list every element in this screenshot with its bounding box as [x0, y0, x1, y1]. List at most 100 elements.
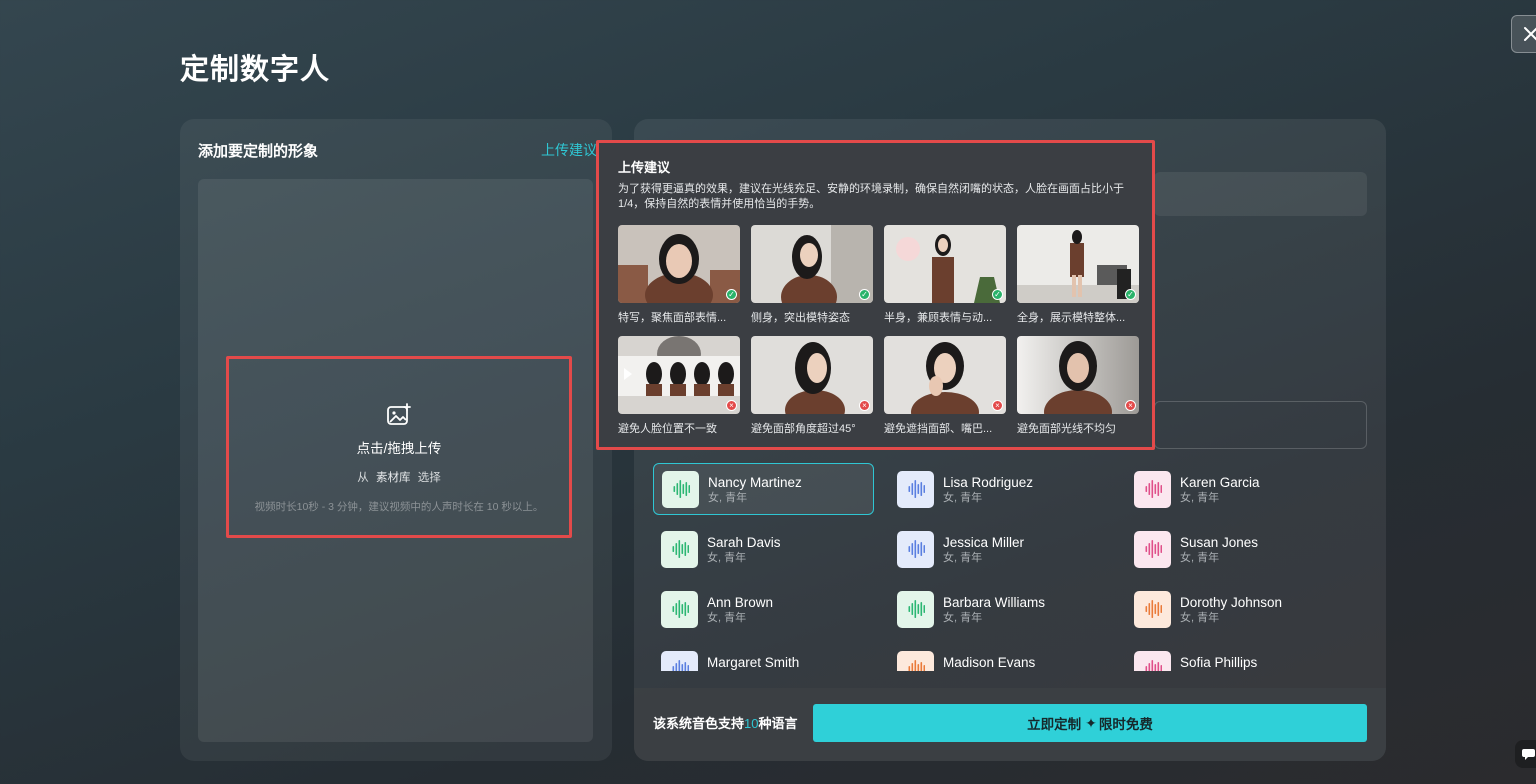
tip-example: × 避免面部角度超过45° [751, 336, 873, 436]
material-library-link[interactable]: 素材库 [376, 472, 411, 484]
voice-name: Margaret Smith [707, 654, 800, 670]
tip-thumbnail: × [618, 336, 740, 414]
upload-label: 点击/拖拽上传 [356, 441, 442, 456]
voice-card[interactable]: Sofia Phillips女, 青年 [1126, 643, 1347, 671]
voice-card[interactable]: Karen Garcia 女, 青年 [1126, 463, 1347, 515]
voice-name: Dorothy Johnson [1180, 594, 1283, 610]
voice-meta: 女, 青年 [707, 611, 747, 624]
voice-meta: 女, 青年 [1180, 671, 1257, 672]
bottom-action-bar: 该系统音色支持10种语言 立即定制 ✦ 限时免费 [634, 688, 1386, 761]
close-button[interactable] [1511, 15, 1536, 53]
voice-meta: 女, 青年 [943, 551, 983, 564]
image-upload-icon [387, 403, 411, 425]
check-icon: ✓ [726, 289, 737, 300]
close-icon [1524, 27, 1536, 41]
voice-meta: 女, 青年 [1180, 491, 1220, 504]
chat-button[interactable] [1515, 740, 1536, 768]
voice-name: Lisa Rodriguez [943, 474, 1034, 490]
voice-search-field[interactable] [1154, 401, 1367, 449]
voice-name: Sarah Davis [707, 534, 781, 550]
voice-meta: 女, 青年 [943, 491, 983, 504]
sound-wave-icon [897, 530, 934, 568]
voice-meta: 女, 青年 [707, 551, 747, 564]
voice-card[interactable]: Madison Evans女, 青年 [889, 643, 1110, 671]
voice-name: Madison Evans [943, 654, 1036, 670]
tips-description: 为了获得更逼真的效果，建议在光线充足、安静的环境录制，确保自然闭嘴的状态，人脸在… [618, 183, 1124, 210]
tip-thumbnail: ✓ [751, 225, 873, 303]
voice-name: Ann Brown [707, 594, 774, 610]
tip-thumbnail: × [751, 336, 873, 414]
tip-example: × 避免遮挡面部、嘴巴... [884, 336, 1006, 436]
upload-tips-popover: 上传建议 为了获得更逼真的效果，建议在光线充足、安静的环境录制，确保自然闭嘴的状… [596, 140, 1155, 450]
sound-wave-icon [1134, 590, 1171, 628]
voice-name: Jessica Miller [943, 534, 1025, 550]
lang-note-suffix: 种语言 [758, 716, 798, 731]
lang-count: 10 [744, 716, 759, 731]
voice-card[interactable]: Sarah Davis 女, 青年 [653, 523, 874, 575]
voice-name: Nancy Martinez [708, 474, 802, 490]
cta-sub-label: 限时免费 [1098, 717, 1153, 732]
language-support-note: 该系统音色支持10种语言 [653, 713, 798, 732]
tip-example: ✓ 侧身，突出模特姿态 [751, 225, 873, 325]
tip-caption: 避免面部光线不均匀 [1017, 423, 1116, 435]
upload-hint: 视频时长10秒 - 3 分钟，建议视频中的人声时长在 10 秒以上。 [254, 501, 544, 513]
voice-card[interactable]: Jessica Miller 女, 青年 [889, 523, 1110, 575]
tip-caption: 避免遮挡面部、嘴巴... [884, 423, 993, 435]
cross-icon: × [992, 400, 1003, 411]
tip-thumbnail: ✓ [884, 225, 1006, 303]
upload-tips-link[interactable]: 上传建议 [541, 140, 597, 160]
cross-icon: × [726, 400, 737, 411]
sound-wave-icon [897, 470, 934, 508]
tip-example: ✓ 半身，兼顾表情与动... [884, 225, 1006, 325]
customize-now-button[interactable]: 立即定制 ✦ 限时免费 [813, 704, 1367, 742]
sparkle-icon: ✦ [1085, 714, 1097, 731]
tip-caption: 侧身，突出模特姿态 [751, 312, 850, 324]
voice-meta: 女, 青年 [943, 671, 1035, 672]
voice-card[interactable]: Barbara Williams 女, 青年 [889, 583, 1110, 635]
check-icon: ✓ [859, 289, 870, 300]
sound-wave-icon [897, 650, 934, 671]
tip-thumbnail: × [884, 336, 1006, 414]
voice-card[interactable]: Lisa Rodriguez 女, 青年 [889, 463, 1110, 515]
sound-wave-icon [661, 530, 698, 568]
voice-card[interactable]: Ann Brown 女, 青年 [653, 583, 874, 635]
voice-name: Susan Jones [1180, 534, 1259, 550]
sound-wave-icon [897, 590, 934, 628]
tip-caption: 半身，兼顾表情与动... [884, 312, 993, 324]
sound-wave-icon [662, 470, 699, 508]
page-title: 定制数字人 [180, 54, 331, 86]
sound-wave-icon [661, 650, 698, 671]
name-input[interactable] [1154, 172, 1367, 216]
upload-from-prefix: 从 [357, 472, 369, 484]
lang-note-prefix: 该系统音色支持 [653, 716, 745, 731]
upload-area[interactable]: 点击/拖拽上传 从 素材库 选择 视频时长10秒 - 3 分钟，建议视频中的人声… [226, 356, 572, 538]
voice-card[interactable]: Nancy Martinez 女, 青年 [653, 463, 874, 515]
upload-from-library: 从 素材库 选择 [355, 469, 442, 485]
voice-name: Barbara Williams [943, 594, 1046, 610]
sound-wave-icon [1134, 470, 1171, 508]
upload-from-suffix: 选择 [417, 472, 441, 484]
tip-caption: 避免面部角度超过45° [751, 423, 856, 435]
voice-meta: 女, 青年 [708, 491, 748, 504]
tip-caption: 避免人脸位置不一致 [618, 423, 717, 435]
tip-thumbnail: ✓ [618, 225, 740, 303]
sound-wave-icon [661, 590, 698, 628]
tip-example: ✓ 全身，展示模特整体... [1017, 225, 1139, 325]
voice-card[interactable]: Dorothy Johnson 女, 青年 [1126, 583, 1347, 635]
voice-meta: 女, 青年 [943, 611, 983, 624]
cross-icon: × [859, 400, 870, 411]
voice-card[interactable]: Susan Jones 女, 青年 [1126, 523, 1347, 575]
voice-card[interactable]: Margaret Smith女, 青年 [653, 643, 874, 671]
cta-main-label: 立即定制 [1027, 717, 1082, 732]
tips-title: 上传建议 [618, 160, 671, 175]
sound-wave-icon [1134, 650, 1171, 671]
tip-example: ✓ 特写，聚焦面部表情... [618, 225, 740, 325]
tip-thumbnail: × [1017, 336, 1139, 414]
cross-icon: × [1125, 400, 1136, 411]
avatar-panel-title: 添加要定制的形象 [198, 143, 319, 160]
tip-example: × 避免人脸位置不一致 [618, 336, 740, 436]
voice-meta: 女, 青年 [1180, 551, 1220, 564]
voice-name: Karen Garcia [1180, 474, 1260, 490]
sound-wave-icon [1134, 530, 1171, 568]
tip-caption: 全身，展示模特整体... [1017, 312, 1126, 324]
